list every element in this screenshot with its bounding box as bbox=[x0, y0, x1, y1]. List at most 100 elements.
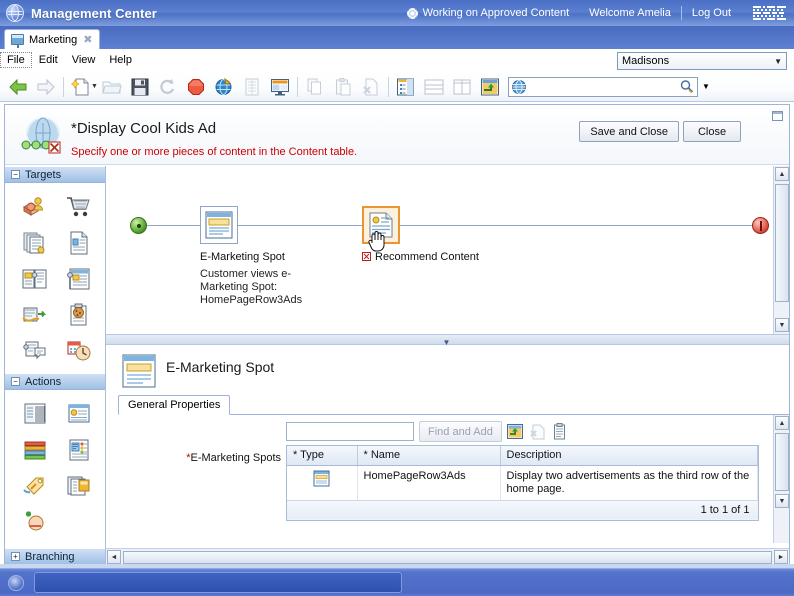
e-marketing-spot-icon bbox=[121, 353, 157, 389]
forward-icon bbox=[32, 74, 60, 100]
tab-general-properties[interactable]: General Properties bbox=[118, 395, 231, 415]
pane-splitter[interactable]: ▼ bbox=[106, 334, 789, 347]
menu-help[interactable]: Help bbox=[102, 52, 139, 68]
display-list-icon[interactable] bbox=[13, 432, 57, 468]
find-input[interactable] bbox=[286, 422, 414, 441]
column-header-name[interactable]: * Name bbox=[357, 446, 501, 466]
palette-section-actions-header[interactable]: − Actions bbox=[5, 373, 105, 390]
ibm-logo-icon bbox=[753, 6, 786, 20]
properties-horizontal-scrollbar[interactable]: ◄ ► bbox=[106, 548, 789, 565]
save-and-close-button[interactable]: Save and Close bbox=[579, 121, 679, 142]
os-taskbar bbox=[0, 568, 794, 596]
collapse-icon[interactable]: − bbox=[11, 170, 20, 179]
app-title: Management Center bbox=[31, 5, 157, 21]
collapse-icon[interactable]: − bbox=[11, 377, 20, 386]
display-icon[interactable] bbox=[266, 74, 294, 100]
new-icon[interactable] bbox=[67, 74, 95, 100]
dialog-page-icon[interactable] bbox=[13, 333, 57, 369]
recommend-content-icon[interactable] bbox=[57, 396, 101, 432]
issue-coupon-icon[interactable] bbox=[13, 468, 57, 504]
add-to-cart-icon[interactable] bbox=[13, 504, 57, 540]
details-icon[interactable] bbox=[551, 423, 568, 440]
store-selector-value: Madisons bbox=[622, 55, 670, 67]
back-icon[interactable] bbox=[4, 74, 32, 100]
scroll-right-button[interactable]: ► bbox=[774, 550, 788, 564]
search-input[interactable] bbox=[528, 78, 677, 95]
list-icon bbox=[238, 74, 266, 100]
taskbar-window-button[interactable] bbox=[34, 572, 402, 593]
search-icon[interactable] bbox=[677, 78, 697, 96]
table-row[interactable]: HomePageRow3Ads Display two advertisemen… bbox=[287, 465, 758, 501]
preview-icon[interactable] bbox=[210, 74, 238, 100]
column-header-type[interactable]: * Type bbox=[287, 446, 358, 466]
scroll-down-button[interactable]: ▼ bbox=[775, 318, 789, 332]
search-box[interactable] bbox=[507, 76, 698, 97]
start-node[interactable] bbox=[130, 217, 147, 234]
delete-icon bbox=[357, 74, 385, 100]
table-footer-row: 1 to 1 of 1 bbox=[287, 500, 758, 520]
banner-right-group: Working on Approved Content Welcome Amel… bbox=[397, 0, 794, 26]
activity-flow-icon bbox=[19, 115, 65, 155]
hscroll-thumb[interactable] bbox=[123, 550, 772, 564]
table-header-row: * Type * Name Description bbox=[287, 446, 758, 466]
store-selector[interactable]: Madisons ▼ bbox=[617, 52, 787, 70]
catalog-entry-icon[interactable] bbox=[57, 225, 101, 261]
registration-icon[interactable] bbox=[13, 297, 57, 333]
start-orb-icon[interactable] bbox=[4, 572, 28, 594]
tab-marketing[interactable]: Marketing ✖ bbox=[4, 29, 100, 49]
customer-segment-icon[interactable] bbox=[13, 189, 57, 225]
logout-link[interactable]: Log Out bbox=[682, 7, 741, 19]
canvas-vertical-scrollbar[interactable]: ▲ ▼ bbox=[773, 166, 789, 334]
palette-section-targets-header[interactable]: − Targets bbox=[5, 166, 105, 183]
palette-section-branching-label: Branching bbox=[25, 550, 75, 563]
display-catalog-icon[interactable] bbox=[13, 396, 57, 432]
menu-file[interactable]: File bbox=[0, 52, 32, 68]
flow-canvas[interactable]: E-Marketing Spot Customer views e-Market… bbox=[106, 166, 789, 334]
find-and-add-icon[interactable] bbox=[507, 423, 524, 440]
e-marketing-spots-label: *E-Marketing Spots bbox=[166, 452, 281, 464]
shopping-cart-icon[interactable] bbox=[57, 189, 101, 225]
close-icon[interactable]: ✖ bbox=[83, 33, 92, 46]
palette-actions-grid bbox=[5, 390, 105, 544]
chevron-down-icon: ▼ bbox=[774, 56, 782, 66]
flow-icon[interactable] bbox=[476, 74, 504, 100]
category-page-icon[interactable] bbox=[57, 261, 101, 297]
cell-description: Display two advertisements as the third … bbox=[500, 465, 758, 501]
canvas-scroll-thumb[interactable] bbox=[775, 184, 789, 302]
scroll-left-button[interactable]: ◄ bbox=[107, 550, 121, 564]
menu-view[interactable]: View bbox=[65, 52, 103, 68]
cookie-icon[interactable] bbox=[57, 297, 101, 333]
save-icon[interactable] bbox=[126, 74, 154, 100]
display-ads-icon[interactable] bbox=[57, 468, 101, 504]
stop-icon[interactable] bbox=[182, 74, 210, 100]
unlink-icon bbox=[529, 423, 546, 440]
welcome-label: Welcome Amelia bbox=[589, 7, 671, 19]
e-marketing-spot-icon bbox=[313, 470, 330, 490]
properties-form: Find and Add *E-Marketing Spots * Type *… bbox=[106, 415, 773, 543]
close-button[interactable]: Close bbox=[683, 121, 741, 142]
node-e-marketing-spot[interactable] bbox=[200, 206, 238, 244]
node-label-recommend-content-text: Recommend Content bbox=[375, 251, 479, 263]
workspace-tabstrip: Marketing ✖ bbox=[0, 26, 794, 49]
palette-section-branching-header[interactable]: + Branching bbox=[5, 548, 105, 565]
expand-icon[interactable]: + bbox=[11, 552, 20, 561]
scroll-up-button[interactable]: ▲ bbox=[775, 416, 789, 430]
properties-scroll-thumb[interactable] bbox=[775, 433, 789, 491]
stop-node[interactable] bbox=[752, 217, 769, 234]
search-dropdown-icon[interactable]: ▼ bbox=[698, 78, 714, 96]
explorer-icon[interactable] bbox=[392, 74, 420, 100]
scroll-up-button[interactable]: ▲ bbox=[775, 167, 789, 181]
date-time-icon[interactable] bbox=[57, 333, 101, 369]
find-and-add-button[interactable]: Find and Add bbox=[419, 421, 502, 442]
catalog-pages-icon[interactable] bbox=[13, 225, 57, 261]
scroll-down-button[interactable]: ▼ bbox=[775, 494, 789, 508]
search-criteria-icon[interactable] bbox=[13, 261, 57, 297]
properties-vertical-scrollbar[interactable]: ▲ ▼ bbox=[773, 415, 789, 543]
menu-edit[interactable]: Edit bbox=[32, 52, 65, 68]
e-marketing-spots-label-text: E-Marketing Spots bbox=[190, 452, 281, 464]
display-category-icon[interactable] bbox=[57, 432, 101, 468]
column-header-description[interactable]: Description bbox=[500, 446, 758, 466]
node-label-recommend-content: Recommend Content bbox=[362, 251, 479, 263]
editor-frame: *Display Cool Kids Ad Specify one or mor… bbox=[4, 104, 790, 566]
restore-icon[interactable] bbox=[772, 111, 783, 121]
